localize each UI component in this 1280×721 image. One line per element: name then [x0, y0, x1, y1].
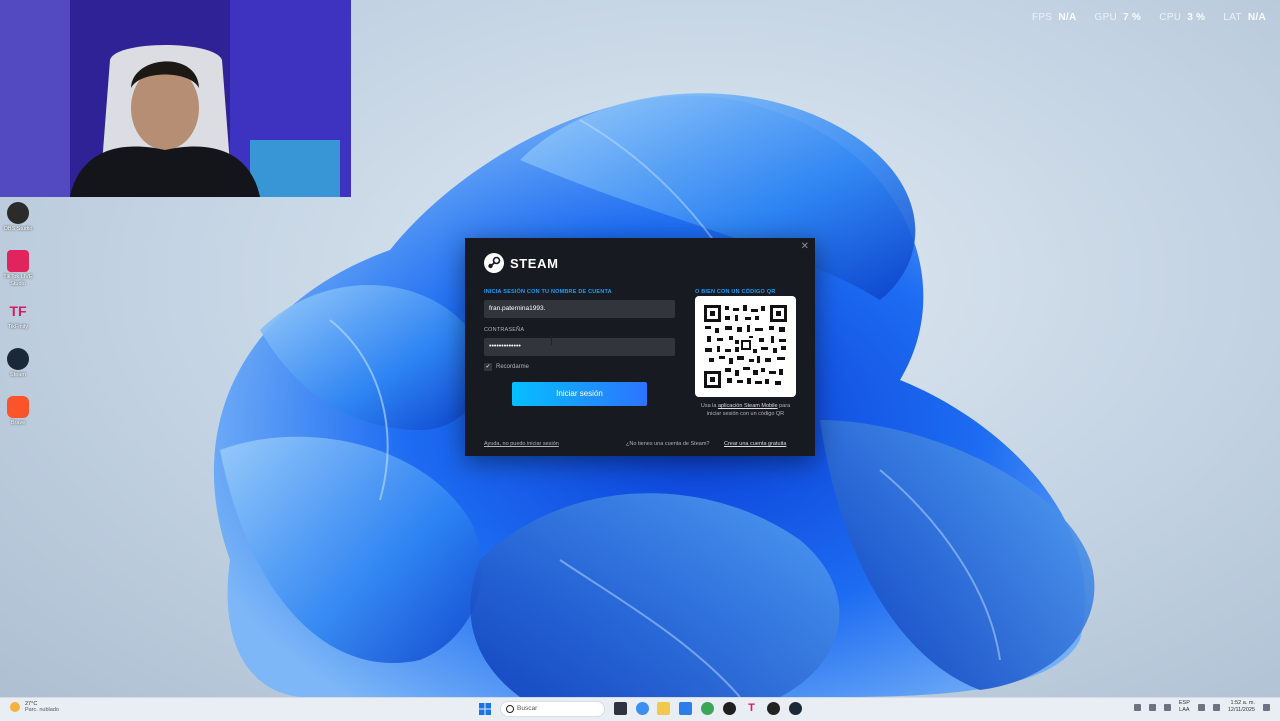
notifications-icon[interactable]: [1263, 703, 1270, 711]
desktop-icon-steam[interactable]: Steam: [2, 348, 34, 379]
weather-widget[interactable]: 27°C Parc. nublado: [10, 701, 59, 713]
password-input[interactable]: •••••••••••••: [484, 338, 675, 356]
brave-icon: [7, 396, 29, 418]
fps-readout: FPS N/A: [1032, 12, 1077, 23]
sign-in-button[interactable]: Iniciar sesión: [512, 382, 647, 406]
system-tray: ESP LAA 1:52 a. m. 12/11/2025: [1133, 700, 1270, 714]
chrome-icon[interactable]: [701, 702, 714, 715]
search-placeholder: Buscar: [517, 705, 538, 712]
close-icon[interactable]: ✕: [801, 241, 809, 252]
desktop-icon-label: TikTok LIVE Studio: [3, 274, 33, 287]
steam-mobile-app-link[interactable]: aplicación Steam Mobile: [718, 403, 778, 409]
latency-readout: LAT N/A: [1223, 12, 1266, 23]
desktop-icon-brave[interactable]: Brave: [2, 396, 34, 427]
desktop-icon-label: OBS Studio: [3, 226, 33, 232]
cpu-readout: CPU 3 %: [1159, 12, 1206, 23]
steam-icon: [7, 348, 29, 370]
clock[interactable]: 1:52 a. m. 12/11/2025: [1228, 700, 1255, 714]
account-label: INICIA SESIÓN CON TU NOMBRE DE CUENTA: [484, 289, 612, 295]
steam-login-dialog: ✕ STEAM INICIA SESIÓN CON TU NOMBRE DE C…: [465, 238, 815, 456]
file-explorer-icon[interactable]: [657, 702, 670, 715]
input-language[interactable]: ESP LAA: [1179, 700, 1190, 714]
tikfinity-icon: TF: [9, 303, 27, 319]
wifi-icon[interactable]: [1197, 703, 1205, 711]
task-view-icon[interactable]: [614, 702, 627, 715]
media-player-icon[interactable]: [723, 702, 736, 715]
performance-overlay: FPS N/A GPU 7 % CPU 3 % LAT N/A: [1032, 12, 1266, 23]
remember-me-checkbox[interactable]: ✓ Recordarme: [484, 363, 529, 371]
account-name-input[interactable]: fran.paternina1993.: [484, 300, 675, 318]
help-cant-sign-in-link[interactable]: Ayuda, no puedo iniciar sesión: [484, 441, 559, 447]
desktop-icon-label: TikFinity: [7, 324, 29, 330]
microphone-icon[interactable]: [1163, 703, 1171, 711]
steam-taskbar-icon[interactable]: [789, 702, 802, 715]
steam-wordmark: STEAM: [510, 255, 559, 271]
tikfinity-taskbar-icon[interactable]: T: [745, 702, 758, 715]
desktop-icon-obs[interactable]: OBS Studio: [2, 202, 34, 233]
windows-start-icon[interactable]: [479, 703, 491, 715]
desktop-icon-tikfinity[interactable]: TF TikFinity: [2, 300, 34, 331]
desktop-icon-label: Brave: [10, 420, 26, 426]
network-icon[interactable]: [1148, 703, 1156, 711]
taskbar: 27°C Parc. nublado Buscar T ESP LAA 1:52…: [0, 697, 1280, 721]
desktop-icon-label: Steam: [10, 372, 26, 378]
taskbar-search-box[interactable]: Buscar: [500, 701, 605, 717]
weather-description: Parc. nublado: [25, 707, 59, 713]
steam-logo: STEAM: [484, 253, 559, 273]
checkbox-check-icon: ✓: [484, 363, 492, 371]
keyboard-layout: LAA: [1179, 707, 1190, 713]
gpu-readout: GPU 7 %: [1094, 12, 1142, 23]
steam-icon: [484, 253, 504, 273]
qr-code: [695, 296, 796, 397]
show-hidden-icons-icon[interactable]: [1133, 703, 1141, 711]
widgets-icon[interactable]: [636, 702, 649, 715]
obs-icon: [7, 202, 29, 224]
capcut-icon[interactable]: [767, 702, 780, 715]
clock-date: 12/11/2025: [1227, 707, 1255, 713]
webcam-overlay: [0, 0, 351, 197]
tiktok-icon: [7, 250, 29, 272]
clock-time: 1:52 a. m.: [1230, 700, 1255, 706]
create-account-link[interactable]: Crear una cuenta gratuita: [724, 441, 786, 447]
weather-icon: [10, 702, 20, 712]
remember-me-label: Recordarme: [496, 364, 530, 370]
volume-icon[interactable]: [1212, 703, 1220, 711]
qr-label: O BIEN CON UN CÓDIGO QR: [695, 289, 776, 295]
search-icon: [506, 705, 514, 713]
text-cursor-icon: [551, 336, 554, 345]
no-account-text: ¿No tienes una cuenta de Steam?: [626, 441, 710, 447]
language-code: ESP: [1178, 700, 1190, 706]
desktop-icon-tiktok-live[interactable]: TikTok LIVE Studio: [2, 250, 34, 288]
qr-caption-prefix: Usa la: [700, 403, 717, 409]
qr-caption: Usa la aplicación Steam Mobile para inic…: [695, 402, 796, 418]
password-label: CONTRASEÑA: [484, 327, 525, 333]
store-icon[interactable]: [679, 702, 692, 715]
